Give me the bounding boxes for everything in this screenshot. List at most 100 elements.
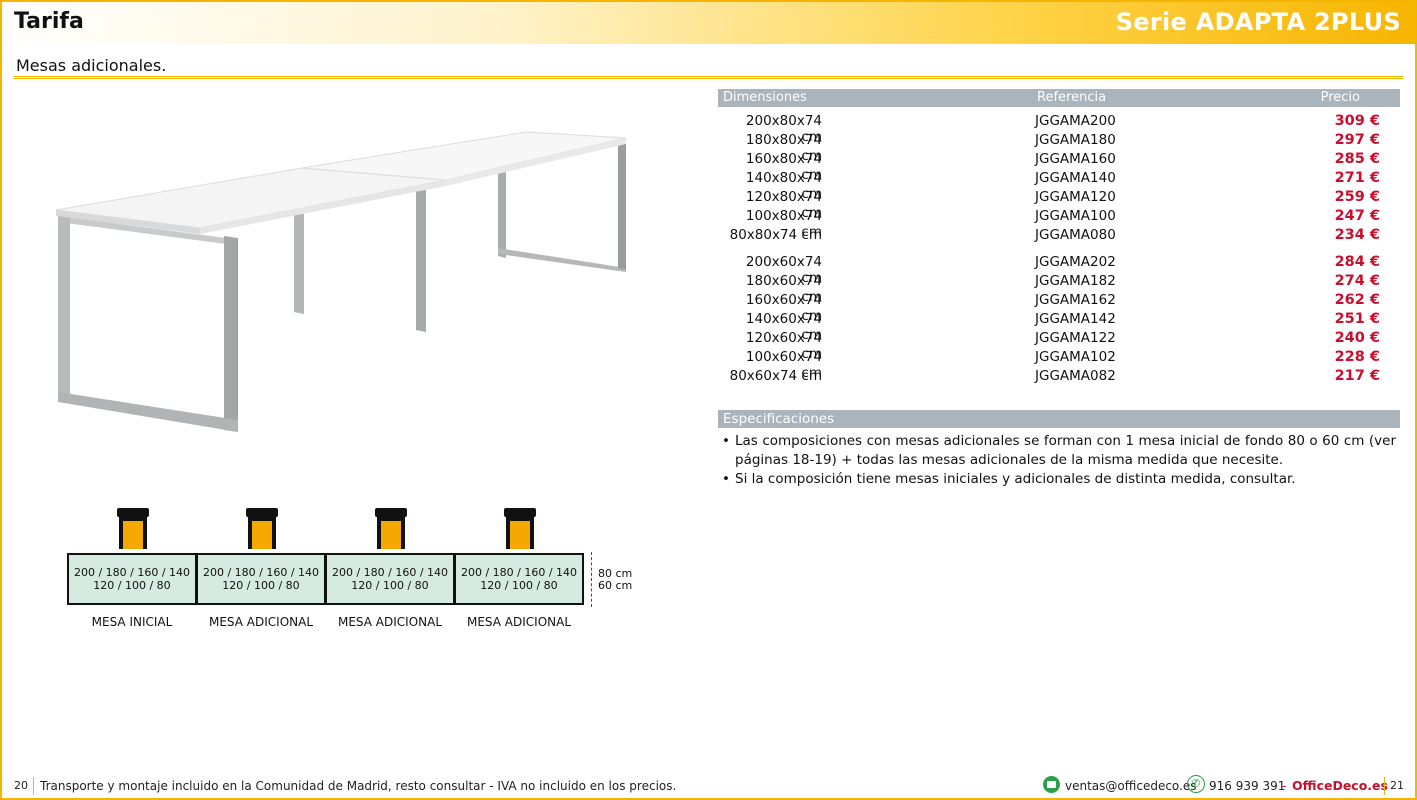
desk-widths-line1: 200 / 180 / 160 / 140 [460,566,578,579]
specs-title: Especificaciones [718,410,1400,428]
row-reference: JGGAMA200 [1035,113,1116,129]
series-title: Serie ADAPTA 2PLUS [1115,8,1401,36]
table-row: 120x60x74 cm JGGAMA122 240 € [718,328,1400,362]
row-reference: JGGAMA202 [1035,254,1116,270]
row-price: 234 € [1334,227,1380,243]
table-row: 100x60x74 cm JGGAMA102 228 € [718,347,1400,381]
footer-note: Transporte y montaje incluido en la Comu… [40,779,677,793]
table-row: 180x60x74 cm JGGAMA182 274 € [718,271,1400,305]
phone-icon: ✆ [1187,775,1205,793]
table-row: 200x80x74 cm JGGAMA200 309 € [718,111,1400,145]
desk-leg-frame-back [498,162,506,258]
spec-item: Las composiciones con mesas adicionales … [722,432,1396,470]
row-price: 309 € [1334,113,1380,129]
desk-label: MESA ADICIONAL [208,615,314,629]
table-row: 200x60x74 cm JGGAMA202 284 € [718,252,1400,286]
row-reference: JGGAMA120 [1035,189,1116,205]
row-price: 247 € [1334,208,1380,224]
desk-leg-frame-back-foot [498,248,626,272]
row-price: 251 € [1334,311,1380,327]
specs-list: Las composiciones con mesas adicionales … [722,432,1396,489]
page-footer: 20 Transporte y montaje incluido en la C… [0,774,1417,798]
desk-widths-line2: 120 / 100 / 80 [351,578,429,592]
desk-plan-additional: 200 / 180 / 160 / 140 120 / 100 / 80 [325,553,455,605]
desk-widths-line1: 200 / 180 / 160 / 140 [202,566,320,579]
desk-leg-back-right [618,138,626,270]
chair-icon [246,508,278,549]
row-reference: JGGAMA122 [1035,330,1116,346]
desk-front-leg-right [224,236,238,432]
desk-front-frame-foot [58,392,238,432]
row-reference: JGGAMA142 [1035,311,1116,327]
row-reference: JGGAMA102 [1035,349,1116,365]
header-reference: Referencia [1037,90,1107,105]
row-dimensions: 80x60x74 cm [729,368,822,384]
row-reference: JGGAMA082 [1035,368,1116,384]
page-header: Tarifa Serie ADAPTA 2PLUS [0,0,1417,44]
table-row: 80x80x74 cm JGGAMA080 234 € [718,225,1400,244]
table-row: 180x80x74 cm JGGAMA180 297 € [718,130,1400,164]
section-subtitle: Mesas adicionales. [16,56,167,75]
email-icon [1043,776,1060,793]
row-price: 262 € [1334,292,1380,308]
table-row: 160x60x74 cm JGGAMA162 262 € [718,290,1400,324]
row-reference: JGGAMA182 [1035,273,1116,289]
row-price: 259 € [1334,189,1380,205]
row-reference: JGGAMA180 [1035,132,1116,148]
header-dimensions: Dimensiones [723,90,807,105]
desk-front-leg-left [58,216,70,404]
desk-widths-line2: 120 / 100 / 80 [93,578,171,592]
footer-divider [1384,777,1385,795]
row-reference: JGGAMA162 [1035,292,1116,308]
table-row: 140x80x74 cm JGGAMA140 271 € [718,168,1400,202]
chair-icon [504,508,536,549]
desk-leg-middle-2 [416,186,426,332]
desk-widths-line2: 120 / 100 / 80 [222,578,300,592]
depth-60: 60 cm [598,579,633,592]
row-dimensions: 80x80x74 cm [729,227,822,243]
desk-widths-line1: 200 / 180 / 160 / 140 [73,566,191,579]
footer-divider [33,777,34,795]
desk-widths-line1: 200 / 180 / 160 / 140 [331,566,449,579]
row-price: 217 € [1334,368,1380,384]
desk-product-image [55,131,627,432]
table-row: 160x80x74 cm JGGAMA160 285 € [718,149,1400,183]
contact-email[interactable]: ventas@officedeco.es [1065,779,1197,793]
price-table-header: Dimensiones Referencia Precio [718,89,1400,107]
desk-label: MESA ADICIONAL [337,615,443,629]
footer-dash: - [1282,779,1287,793]
chair-icon [117,508,149,549]
row-price: 274 € [1334,273,1380,289]
brand-link[interactable]: OfficeDeco.es [1292,778,1388,793]
desk-plan-additional: 200 / 180 / 160 / 140 120 / 100 / 80 [196,553,326,605]
row-reference: JGGAMA160 [1035,151,1116,167]
desk-leg-middle-1 [294,210,304,314]
page-number-left: 20 [14,779,28,792]
page-number-right: 21 [1390,779,1404,792]
row-price: 271 € [1334,170,1380,186]
price-table: Dimensiones Referencia Precio 200x80x74 … [718,89,1400,385]
desk-widths-line2: 120 / 100 / 80 [480,578,558,592]
row-reference: JGGAMA140 [1035,170,1116,186]
table-row: 100x80x74 cm JGGAMA100 247 € [718,206,1400,240]
table-row: 80x60x74 cm JGGAMA082 217 € [718,366,1400,385]
desk-label: MESA INICIAL [91,615,173,629]
chair-icon [375,508,407,549]
spec-item: Si la composición tiene mesas iniciales … [722,470,1396,489]
row-price: 285 € [1334,151,1380,167]
subtitle-divider [14,76,1403,79]
desk-plan-additional: 200 / 180 / 160 / 140 120 / 100 / 80 [454,553,584,605]
depth-dimension-label: 80 cm 60 cm [598,568,632,592]
page-title: Tarifa [14,9,84,34]
row-price: 240 € [1334,330,1380,346]
desk-plan-initial: 200 / 180 / 160 / 140 120 / 100 / 80 [67,553,197,605]
composition-diagram: 200 / 180 / 160 / 140 120 / 100 / 80 200… [66,508,666,638]
row-price: 284 € [1334,254,1380,270]
table-row: 140x60x74 cm JGGAMA142 251 € [718,309,1400,343]
table-row: 120x80x74 cm JGGAMA120 259 € [718,187,1400,221]
row-price: 297 € [1334,132,1380,148]
header-price: Precio [1320,90,1360,105]
row-price: 228 € [1334,349,1380,365]
contact-phone[interactable]: 916 939 391 [1209,779,1285,793]
depth-dimension-line [591,552,592,607]
